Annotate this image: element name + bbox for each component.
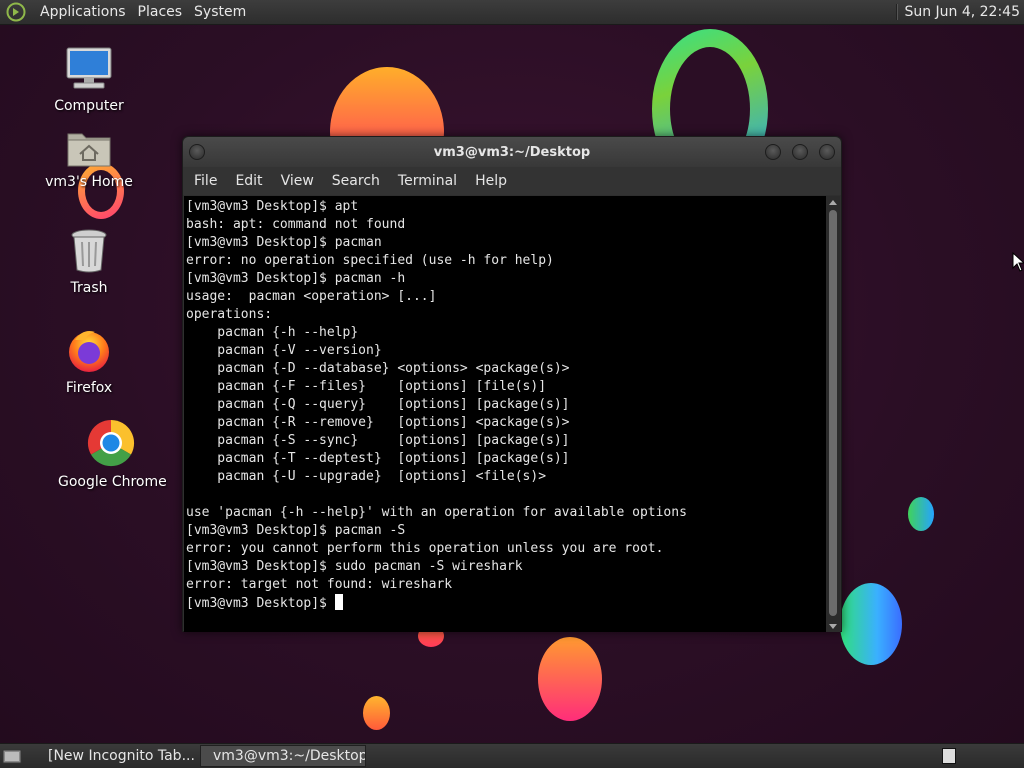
terminal-line: pacman {-h --help} <box>186 325 359 340</box>
desktop-icon-label: Computer <box>54 98 124 114</box>
terminal-line: pacman {-Q --query} [options] [package(s… <box>186 397 570 412</box>
home-folder-icon <box>67 133 111 167</box>
wallpaper-shape <box>363 696 390 730</box>
maximize-button[interactable] <box>792 144 808 160</box>
menu-help[interactable]: Help <box>466 173 516 189</box>
scrollbar-thumb[interactable] <box>829 210 837 616</box>
chrome-icon <box>87 419 135 467</box>
terminal-line: pacman {-F --files} [options] [file(s)] <box>186 379 547 394</box>
terminal-line: usage: pacman <operation> [...] <box>186 289 437 304</box>
window-menu-button[interactable] <box>189 144 205 160</box>
menu-view[interactable]: View <box>272 173 323 189</box>
terminal-line: bash: apt: command not found <box>186 217 406 232</box>
menu-edit[interactable]: Edit <box>226 173 271 189</box>
desktop-icon-home[interactable]: vm3's Home <box>44 128 134 190</box>
scroll-down-arrow-icon[interactable] <box>829 624 837 629</box>
terminal-line: [vm3@vm3 Desktop]$ sudo pacman -S wiresh… <box>186 559 523 574</box>
firefox-icon <box>69 331 109 372</box>
text-cursor <box>334 594 343 610</box>
minimize-button[interactable] <box>765 144 781 160</box>
window-title: vm3@vm3:~/Desktop <box>433 144 591 160</box>
terminal-line: error: target not found: wireshark <box>186 577 453 592</box>
terminal-line: pacman {-D --database} <options> <packag… <box>186 361 570 376</box>
menu-system[interactable]: System <box>188 4 252 20</box>
terminal-line: error: no operation specified (use -h fo… <box>186 253 554 268</box>
taskbar-item-terminal[interactable]: vm3@vm3:~/Desktop <box>200 745 366 767</box>
terminal-line: pacman {-R --remove} [options] <package(… <box>186 415 570 430</box>
taskbar-item-chrome[interactable]: [New Incognito Tab... <box>36 745 198 767</box>
desktop-icon-label: Trash <box>70 280 108 296</box>
wallpaper-shape <box>908 497 934 531</box>
terminal-line: [vm3@vm3 Desktop]$ pacman -S <box>186 523 406 538</box>
desktop-icon-label: vm3's Home <box>45 174 133 190</box>
terminal-scrollbar[interactable] <box>826 196 840 632</box>
terminal-line: operations: <box>186 307 273 322</box>
taskbar-item-label: [New Incognito Tab... <box>48 748 195 764</box>
terminal-output[interactable]: [vm3@vm3 Desktop]$ apt bash: apt: command… <box>184 196 827 632</box>
clock[interactable]: Sun Jun 4, 22:45 <box>904 4 1024 20</box>
wallpaper-shape <box>538 637 602 721</box>
workspace-switcher[interactable] <box>942 748 956 764</box>
panel-separator <box>896 4 899 20</box>
terminal-line: use 'pacman {-h --help}' with an operati… <box>186 505 687 520</box>
terminal-prompt-line[interactable]: [vm3@vm3 Desktop]$ <box>186 594 827 613</box>
menu-places[interactable]: Places <box>132 4 189 20</box>
desktop-icon-chrome[interactable]: Google Chrome <box>58 418 167 490</box>
window-titlebar[interactable]: vm3@vm3:~/Desktop <box>183 137 841 167</box>
menu-file[interactable]: File <box>185 173 226 189</box>
terminal-line: [vm3@vm3 Desktop]$ pacman <box>186 235 382 250</box>
desktop-icon-firefox[interactable]: Firefox <box>54 326 124 396</box>
desktop-icon-label: Google Chrome <box>58 474 167 490</box>
terminal-line: pacman {-T --deptest} [options] [package… <box>186 451 570 466</box>
terminal-line: [vm3@vm3 Desktop]$ pacman -h <box>186 271 406 286</box>
terminal-line: pacman {-U --upgrade} [options] <file(s)… <box>186 469 547 484</box>
menu-terminal[interactable]: Terminal <box>389 173 466 189</box>
trash-icon <box>71 229 107 273</box>
show-desktop-icon[interactable] <box>2 747 22 765</box>
close-button[interactable] <box>819 144 835 160</box>
desktop-icon-trash[interactable]: Trash <box>54 228 124 296</box>
computer-icon <box>66 47 112 89</box>
menu-applications[interactable]: Applications <box>34 4 132 20</box>
terminal-line: [vm3@vm3 Desktop]$ apt <box>186 199 359 214</box>
mate-logo-icon[interactable] <box>6 2 26 22</box>
mouse-pointer-icon <box>1012 252 1024 272</box>
desktop-icon-computer[interactable]: Computer <box>52 46 126 114</box>
terminal-line: pacman {-S --sync} [options] [package(s)… <box>186 433 570 448</box>
terminal-menubar: File Edit View Search Terminal Help <box>183 167 841 195</box>
terminal-line: pacman {-V --version} <box>186 343 382 358</box>
terminal-window[interactable]: vm3@vm3:~/Desktop File Edit View Search … <box>182 136 842 632</box>
menu-search[interactable]: Search <box>323 173 389 189</box>
taskbar-item-label: vm3@vm3:~/Desktop <box>213 748 366 764</box>
wallpaper-shape <box>840 583 902 665</box>
top-panel: Applications Places System Sun Jun 4, 22… <box>0 0 1024 25</box>
terminal-line: error: you cannot perform this operation… <box>186 541 664 556</box>
scroll-up-arrow-icon[interactable] <box>829 200 837 205</box>
terminal-prompt: [vm3@vm3 Desktop]$ <box>186 596 335 611</box>
bottom-panel: [New Incognito Tab... vm3@vm3:~/Desktop <box>0 743 1024 768</box>
desktop-icon-label: Firefox <box>65 380 113 396</box>
